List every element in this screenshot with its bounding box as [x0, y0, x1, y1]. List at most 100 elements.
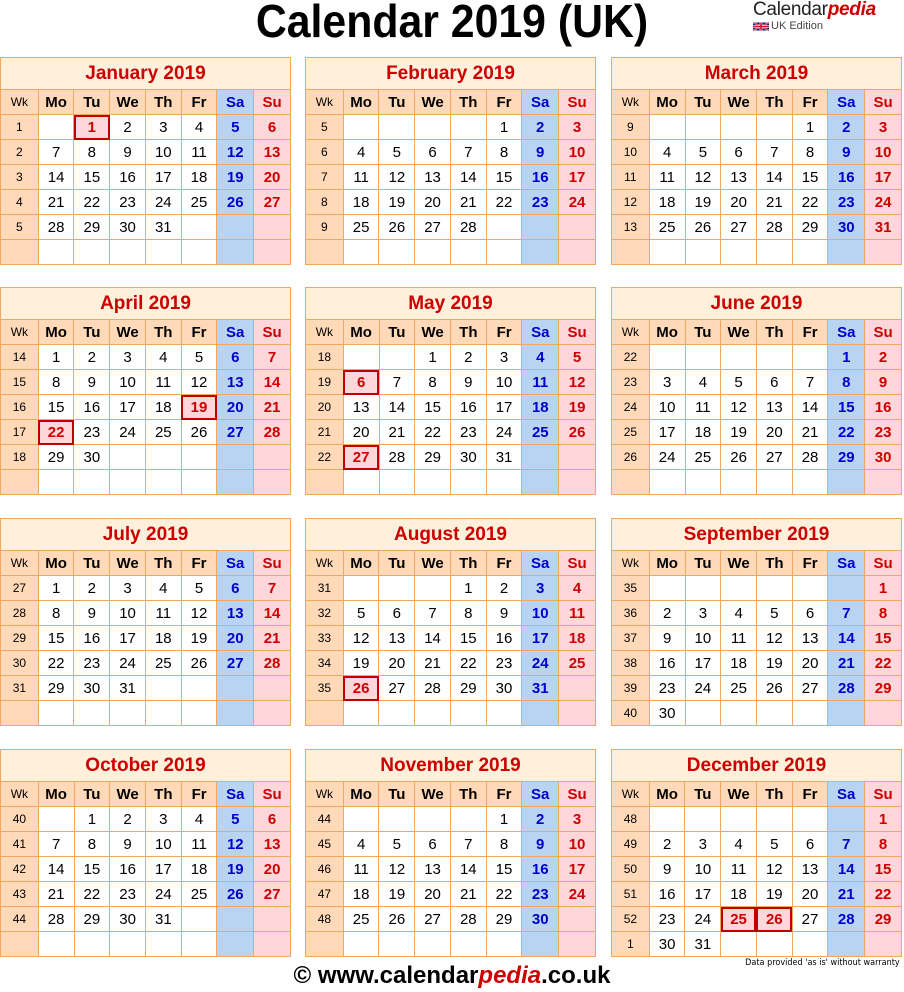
- bank-holiday-cell[interactable]: 26: [342, 675, 380, 701]
- day-cell[interactable]: 8: [485, 139, 523, 165]
- day-cell[interactable]: 8: [37, 600, 75, 626]
- day-cell[interactable]: 11: [648, 164, 686, 190]
- day-cell[interactable]: 30: [73, 675, 111, 701]
- day-cell[interactable]: 4: [144, 344, 182, 370]
- day-cell[interactable]: 13: [755, 394, 793, 420]
- day-cell[interactable]: 18: [180, 164, 218, 190]
- day-cell[interactable]: 7: [37, 139, 75, 165]
- day-cell[interactable]: 23: [521, 189, 560, 215]
- day-cell[interactable]: 13: [253, 139, 291, 165]
- day-cell[interactable]: 26: [684, 214, 722, 240]
- day-cell[interactable]: 10: [109, 369, 146, 395]
- day-cell[interactable]: 18: [342, 189, 380, 215]
- day-cell[interactable]: 5: [216, 806, 255, 832]
- day-cell[interactable]: 19: [720, 419, 757, 445]
- day-cell[interactable]: 3: [684, 831, 722, 857]
- day-cell[interactable]: 25: [180, 881, 218, 907]
- day-cell[interactable]: 17: [684, 881, 722, 907]
- day-cell[interactable]: 17: [684, 650, 722, 676]
- day-cell[interactable]: 24: [485, 419, 523, 445]
- day-cell[interactable]: 6: [720, 139, 757, 165]
- day-cell[interactable]: 8: [864, 831, 902, 857]
- day-cell[interactable]: 19: [216, 164, 255, 190]
- day-cell[interactable]: 25: [180, 189, 218, 215]
- day-cell[interactable]: 5: [342, 600, 380, 626]
- brand-logo[interactable]: Calendarpedia UK Edition: [753, 0, 876, 33]
- day-cell[interactable]: 22: [449, 650, 487, 676]
- day-cell[interactable]: 27: [253, 881, 291, 907]
- day-cell[interactable]: 14: [37, 164, 75, 190]
- day-cell[interactable]: 9: [109, 831, 146, 857]
- day-cell[interactable]: 22: [864, 650, 902, 676]
- day-cell[interactable]: 24: [144, 881, 182, 907]
- day-cell[interactable]: 18: [720, 650, 757, 676]
- day-cell[interactable]: 7: [253, 344, 291, 370]
- day-cell[interactable]: 29: [73, 906, 111, 932]
- day-cell[interactable]: 29: [791, 214, 829, 240]
- day-cell[interactable]: 25: [342, 906, 380, 932]
- day-cell[interactable]: 8: [449, 600, 487, 626]
- day-cell[interactable]: 12: [342, 625, 380, 651]
- day-cell[interactable]: 11: [144, 369, 182, 395]
- day-cell[interactable]: 3: [109, 344, 146, 370]
- day-cell[interactable]: 30: [648, 931, 686, 957]
- day-cell[interactable]: 4: [180, 806, 218, 832]
- day-cell[interactable]: 19: [755, 881, 793, 907]
- day-cell[interactable]: 8: [827, 369, 866, 395]
- day-cell[interactable]: 29: [827, 444, 866, 470]
- day-cell[interactable]: 21: [37, 881, 75, 907]
- day-cell[interactable]: 3: [109, 575, 146, 601]
- day-cell[interactable]: 28: [37, 906, 75, 932]
- day-cell[interactable]: 23: [521, 881, 560, 907]
- day-cell[interactable]: 12: [180, 600, 218, 626]
- day-cell[interactable]: 5: [720, 369, 757, 395]
- day-cell[interactable]: 3: [521, 575, 560, 601]
- day-cell[interactable]: 19: [342, 650, 380, 676]
- day-cell[interactable]: 28: [755, 214, 793, 240]
- day-cell[interactable]: 18: [648, 189, 686, 215]
- day-cell[interactable]: 3: [558, 806, 596, 832]
- day-cell[interactable]: 15: [37, 625, 75, 651]
- day-cell[interactable]: 27: [253, 189, 291, 215]
- day-cell[interactable]: 19: [378, 881, 416, 907]
- day-cell[interactable]: 8: [864, 600, 902, 626]
- day-cell[interactable]: 11: [342, 856, 380, 882]
- day-cell[interactable]: 20: [791, 650, 829, 676]
- day-cell[interactable]: 2: [827, 114, 866, 140]
- day-cell[interactable]: 14: [449, 856, 487, 882]
- day-cell[interactable]: 6: [253, 806, 291, 832]
- day-cell[interactable]: 27: [216, 650, 255, 676]
- day-cell[interactable]: 10: [144, 831, 182, 857]
- day-cell[interactable]: 21: [791, 419, 829, 445]
- day-cell[interactable]: 30: [864, 444, 902, 470]
- day-cell[interactable]: 9: [521, 831, 560, 857]
- day-cell[interactable]: 17: [144, 856, 182, 882]
- day-cell[interactable]: 23: [109, 189, 146, 215]
- day-cell[interactable]: 21: [449, 881, 487, 907]
- day-cell[interactable]: 24: [558, 189, 596, 215]
- day-cell[interactable]: 13: [791, 856, 829, 882]
- day-cell[interactable]: 12: [180, 369, 218, 395]
- day-cell[interactable]: 20: [755, 419, 793, 445]
- day-cell[interactable]: 16: [73, 625, 111, 651]
- day-cell[interactable]: 25: [521, 419, 560, 445]
- day-cell[interactable]: 23: [827, 189, 866, 215]
- day-cell[interactable]: 6: [791, 831, 829, 857]
- day-cell[interactable]: 8: [414, 369, 451, 395]
- day-cell[interactable]: 14: [827, 856, 866, 882]
- day-cell[interactable]: 29: [414, 444, 451, 470]
- day-cell[interactable]: 2: [521, 114, 560, 140]
- day-cell[interactable]: 3: [144, 806, 182, 832]
- day-cell[interactable]: 17: [864, 164, 902, 190]
- day-cell[interactable]: 7: [378, 369, 416, 395]
- day-cell[interactable]: 13: [253, 831, 291, 857]
- day-cell[interactable]: 17: [144, 164, 182, 190]
- day-cell[interactable]: 1: [73, 806, 111, 832]
- day-cell[interactable]: 2: [449, 344, 487, 370]
- day-cell[interactable]: 20: [253, 164, 291, 190]
- day-cell[interactable]: 20: [216, 394, 255, 420]
- day-cell[interactable]: 22: [414, 419, 451, 445]
- day-cell[interactable]: 10: [521, 600, 560, 626]
- day-cell[interactable]: 16: [648, 881, 686, 907]
- day-cell[interactable]: 4: [648, 139, 686, 165]
